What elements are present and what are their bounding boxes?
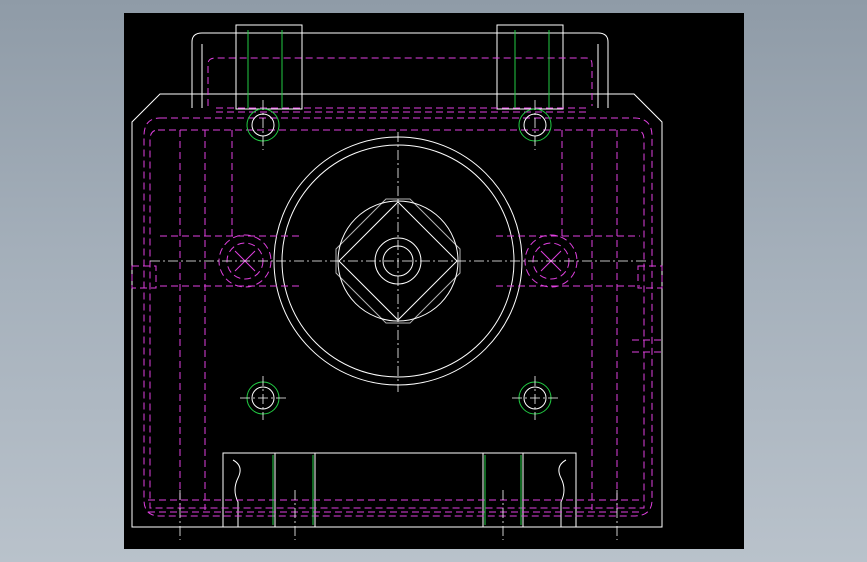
hidden-layer (131, 57, 663, 517)
outline-layer (131, 24, 663, 528)
left-guide-block (235, 24, 303, 110)
drawing-canvas[interactable] (124, 13, 744, 549)
top-rail-outline (191, 32, 609, 108)
cad-drawing (131, 24, 663, 540)
centerline-layer (150, 100, 648, 540)
rail-pocket (207, 57, 593, 106)
right-guide-block (496, 24, 564, 110)
fastener-layer (246, 30, 552, 525)
right-side-notch (637, 265, 663, 289)
outer-plate-outline (131, 93, 663, 528)
